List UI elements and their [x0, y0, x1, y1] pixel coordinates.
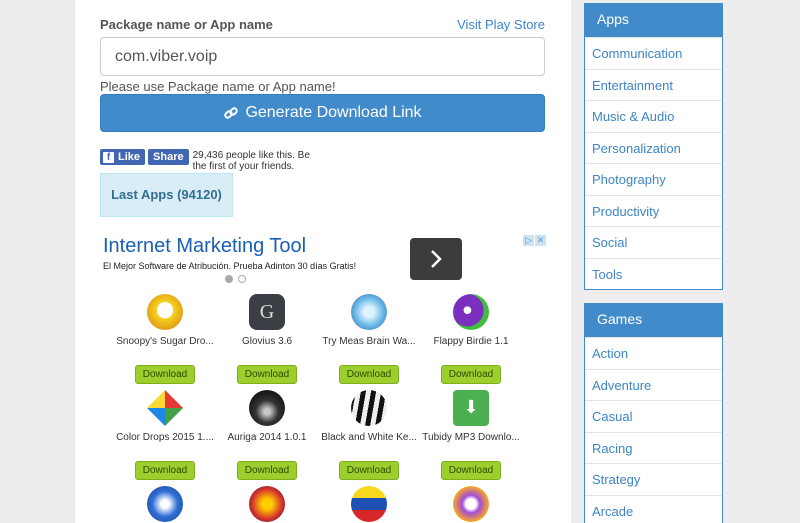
app-card: ⬇ Tubidy MP3 Downlo... Download [416, 390, 526, 480]
app-icon-11[interactable] [351, 486, 387, 522]
sidebar-item-music-audio[interactable]: Music & Audio [585, 100, 722, 132]
sidebar-item-strategy[interactable]: Strategy [585, 463, 722, 495]
pagination-dot[interactable] [238, 275, 246, 283]
input-hint: Please use Package name or App name! [100, 79, 336, 94]
sidebar-item-racing[interactable]: Racing [585, 431, 722, 464]
app-name[interactable]: Auriga 2014 1.0.1 [212, 432, 322, 443]
link-icon [224, 107, 239, 119]
sidebar-item-action[interactable]: Action [585, 337, 722, 369]
app-card: Color Drops 2015 1.... Download [110, 390, 220, 480]
fb-share-button[interactable]: Share [148, 149, 189, 165]
app-card: Auriga 2014 1.0.1 Download [212, 390, 322, 480]
app-card: Flappy Birdie 1.1 Download [416, 294, 526, 384]
sidebar-item-arcade[interactable]: Arcade [585, 494, 722, 523]
close-icon[interactable]: ✕ [535, 235, 546, 246]
snoopy-icon[interactable] [147, 294, 183, 330]
main-panel: Package name or App name Visit Play Stor… [75, 0, 571, 523]
sidebar-item-adventure[interactable]: Adventure [585, 368, 722, 401]
app-name[interactable]: Try Meas Brain Wa... [314, 336, 424, 347]
visit-play-store-link[interactable]: Visit Play Store [457, 17, 545, 32]
pagination-dot[interactable] [225, 275, 233, 283]
app-card [416, 486, 526, 522]
sidebar-games-title: Games [585, 304, 722, 337]
sidebar-item-communication[interactable]: Communication [585, 37, 722, 69]
tubidy-icon[interactable]: ⬇ [453, 390, 489, 426]
color-drops-icon[interactable] [147, 390, 183, 426]
ad-title[interactable]: Internet Marketing Tool [103, 235, 306, 258]
download-button[interactable]: Download [237, 461, 297, 480]
ad-subtitle: El Mejor Software de Atribución. Prueba … [103, 261, 357, 271]
sidebar-item-tools[interactable]: Tools [585, 257, 722, 290]
download-button[interactable]: Download [237, 365, 297, 384]
app-name[interactable]: Snoopy's Sugar Dro... [110, 336, 220, 347]
ad-info-icon[interactable]: ▷ [523, 235, 534, 246]
ad-choices[interactable]: ▷ ✕ [523, 235, 546, 246]
app-card [110, 486, 220, 522]
app-card: Black and White Ke... Download [314, 390, 424, 480]
app-card: G Glovius 3.6 Download [212, 294, 322, 384]
brain-wave-icon[interactable] [351, 294, 387, 330]
sidebar-games: Games Action Adventure Casual Racing Str… [584, 303, 723, 523]
facebook-widget: f Like Share 29,436 people like this. Be… [100, 149, 313, 172]
sidebar-apps-title: Apps [585, 4, 722, 37]
generate-download-link-button[interactable]: Generate Download Link [100, 94, 545, 132]
package-label: Package name or App name [100, 17, 273, 32]
app-card [314, 486, 424, 522]
ad-banner[interactable]: Internet Marketing Tool El Mejor Softwar… [100, 231, 546, 291]
download-button[interactable]: Download [339, 461, 399, 480]
generate-label: Generate Download Link [245, 104, 422, 121]
sidebar-item-productivity[interactable]: Productivity [585, 194, 722, 227]
glovius-icon[interactable]: G [249, 294, 285, 330]
ad-next-button[interactable] [410, 238, 462, 280]
download-button[interactable]: Download [135, 365, 195, 384]
app-icon-12[interactable] [453, 486, 489, 522]
app-icon-10[interactable] [249, 486, 285, 522]
sidebar-item-social[interactable]: Social [585, 226, 722, 258]
app-name[interactable]: Flappy Birdie 1.1 [416, 336, 526, 347]
app-card: Try Meas Brain Wa... Download [314, 294, 424, 384]
black-white-keys-icon[interactable] [351, 390, 387, 426]
facebook-icon: f [103, 151, 114, 163]
download-button[interactable]: Download [441, 461, 501, 480]
sidebar-item-photography[interactable]: Photography [585, 163, 722, 195]
sidebar-item-casual[interactable]: Casual [585, 400, 722, 432]
app-card: Snoopy's Sugar Dro... Download [110, 294, 220, 384]
sidebar-apps: Apps Communication Entertainment Music &… [584, 3, 723, 290]
last-apps-badge[interactable]: Last Apps (94120) [100, 173, 233, 217]
chevron-right-icon [431, 250, 442, 268]
flappy-birdie-icon[interactable] [453, 294, 489, 330]
app-icon-9[interactable] [147, 486, 183, 522]
auriga-icon[interactable] [249, 390, 285, 426]
download-button[interactable]: Download [441, 365, 501, 384]
app-name[interactable]: Color Drops 2015 1.... [110, 432, 220, 443]
download-button[interactable]: Download [339, 365, 399, 384]
app-name[interactable]: Tubidy MP3 Downlo... [416, 432, 526, 443]
app-card [212, 486, 322, 522]
fb-like-count: 29,436 people like this. Be the first of… [192, 150, 310, 172]
package-input[interactable]: com.viber.voip [100, 37, 545, 76]
ad-pagination [225, 275, 246, 283]
sidebar-item-entertainment[interactable]: Entertainment [585, 68, 722, 101]
download-button[interactable]: Download [135, 461, 195, 480]
app-name[interactable]: Black and White Ke... [314, 432, 424, 443]
app-name[interactable]: Glovius 3.6 [212, 336, 322, 347]
fb-like-button[interactable]: f Like [100, 149, 146, 165]
sidebar-item-personalization[interactable]: Personalization [585, 131, 722, 164]
